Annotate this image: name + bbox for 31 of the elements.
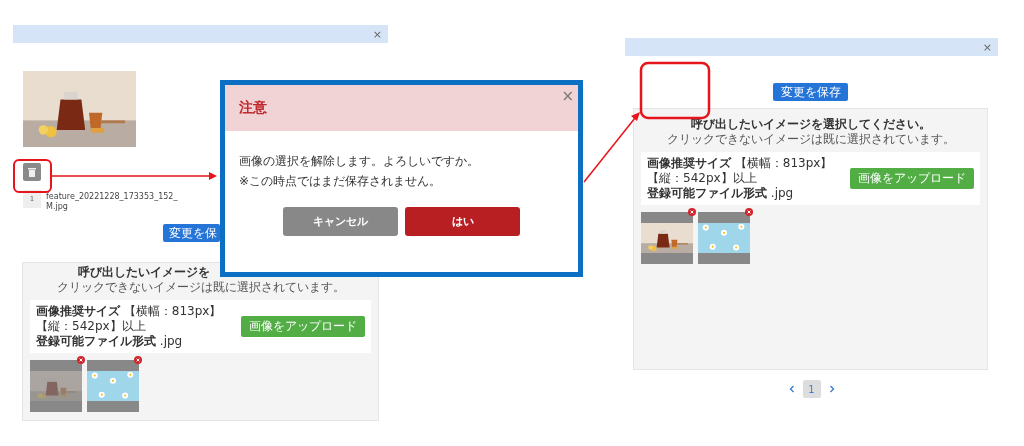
remove-icon[interactable]: [745, 208, 753, 216]
format-note: 登録可能ファイル形式 .jpg: [36, 334, 184, 349]
size-note: 画像推奨サイズ 【横幅：813px】【縦：542px】以上: [647, 156, 834, 186]
dialog-message: 画像の選択を解除します。よろしいですか。 ※この時点ではまだ保存されません。: [238, 153, 480, 190]
previous-icon[interactable]: [788, 385, 795, 393]
format-note: 登録可能ファイル形式 .jpg: [647, 186, 795, 201]
arrow: [583, 112, 640, 183]
save-button[interactable]: 変更を保: [163, 224, 220, 242]
next-icon[interactable]: [828, 385, 835, 393]
upload-button[interactable]: 画像をアップロード: [850, 168, 974, 189]
remove-icon[interactable]: [77, 356, 85, 364]
upload-button[interactable]: 画像をアップロード: [241, 316, 365, 337]
save-button[interactable]: 変更を保存: [773, 83, 848, 101]
highlight-frame: [639, 61, 711, 120]
remove-icon[interactable]: [134, 356, 142, 364]
close-button[interactable]: ×: [372, 28, 382, 40]
close-button[interactable]: ×: [561, 87, 574, 105]
delete-button[interactable]: [23, 163, 41, 181]
close-button[interactable]: ×: [982, 41, 992, 53]
gallery-title: 呼び出したいイメージを: [77, 265, 211, 280]
confirm-button[interactable]: はい: [405, 207, 520, 236]
gallery-subtitle: クリックできないイメージは既に選択されています。: [665, 132, 956, 147]
dialog-title: 注意: [239, 99, 267, 117]
size-note: 画像推奨サイズ 【横幅：813px】【縦：542px】以上: [36, 304, 223, 334]
remove-icon[interactable]: [688, 208, 696, 216]
gallery-subtitle: クリックできないイメージは既に選択されています。: [55, 280, 346, 295]
highlight-frame: [13, 159, 52, 193]
trash-icon: [28, 167, 36, 177]
cancel-button[interactable]: キャンセル: [283, 207, 398, 236]
file-name: feature_20221228_173353_152_ M.jpg: [46, 191, 178, 212]
page-button[interactable]: 1: [802, 380, 821, 398]
